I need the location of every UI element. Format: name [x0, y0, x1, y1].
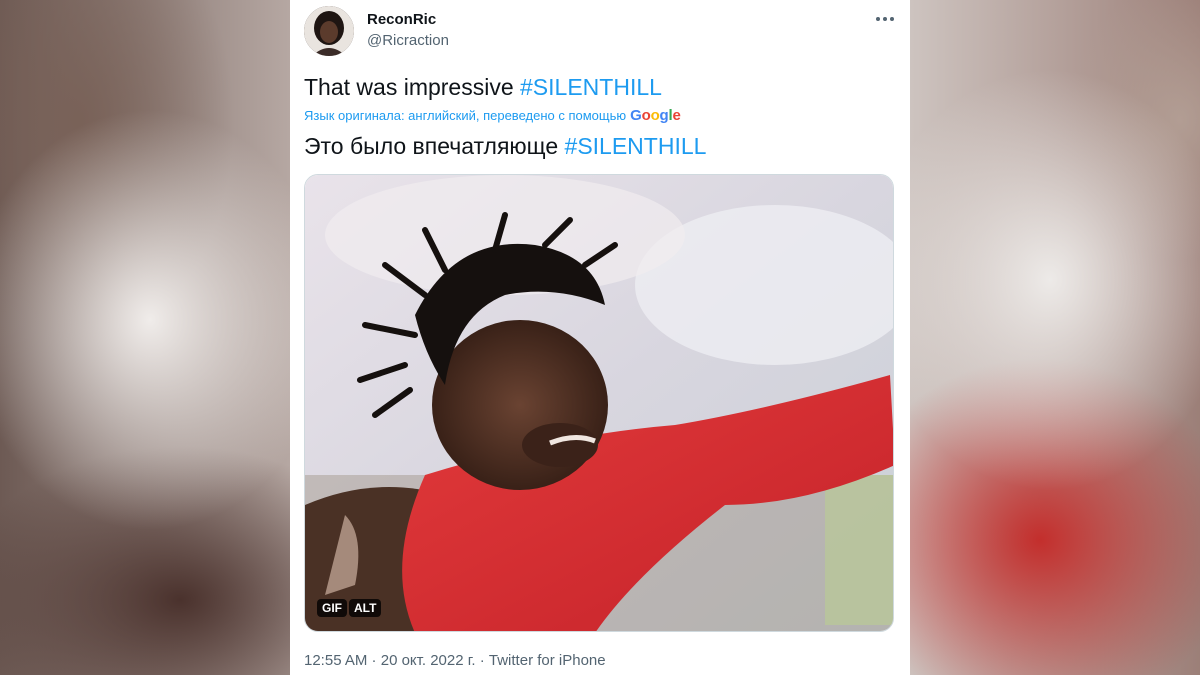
alt-badge[interactable]: ALT: [349, 599, 382, 617]
screenshot-stage: ReconRic @Ricraction That was impressive…: [0, 0, 1200, 675]
translated-text-plain: Это было впечатляюще: [304, 133, 565, 159]
avatar-image: [304, 6, 354, 56]
tweet-text: That was impressive #SILENTHILL: [304, 74, 662, 101]
more-options-button[interactable]: [872, 8, 898, 30]
translated-hashtag-link[interactable]: #SILENTHILL: [565, 133, 707, 159]
gif-frame-image: [305, 175, 893, 631]
more-horizontal-icon: [890, 17, 894, 21]
tweet-date[interactable]: 20 окт. 2022 г.: [381, 652, 476, 669]
more-horizontal-icon: [876, 17, 880, 21]
translation-note-text: Язык оригинала: английский, переведено с…: [304, 108, 627, 123]
tweet-meta: 12:55 AM · 20 окт. 2022 г. · Twitter for…: [304, 652, 606, 669]
meta-separator: ·: [367, 652, 381, 669]
gif-badge: GIF: [317, 599, 347, 617]
tweet-card: ReconRic @Ricraction That was impressive…: [290, 0, 910, 675]
google-logo: Google: [630, 107, 681, 124]
author-name[interactable]: ReconRic: [367, 11, 436, 28]
tweet-time[interactable]: 12:55 AM: [304, 652, 367, 669]
meta-separator: ·: [475, 652, 489, 669]
author-handle[interactable]: @Ricraction: [367, 32, 449, 49]
translated-text: Это было впечатляюще #SILENTHILL: [304, 133, 706, 160]
avatar[interactable]: [304, 6, 354, 56]
translation-note[interactable]: Язык оригинала: английский, переведено с…: [304, 107, 681, 124]
tweet-text-plain: That was impressive: [304, 74, 521, 100]
more-horizontal-icon: [883, 17, 887, 21]
tweet-source: Twitter for iPhone: [488, 652, 606, 669]
hashtag-link[interactable]: #SILENTHILL: [520, 74, 662, 100]
gif-media[interactable]: GIF ALT: [304, 174, 894, 632]
media-badges: GIF ALT: [317, 599, 382, 617]
